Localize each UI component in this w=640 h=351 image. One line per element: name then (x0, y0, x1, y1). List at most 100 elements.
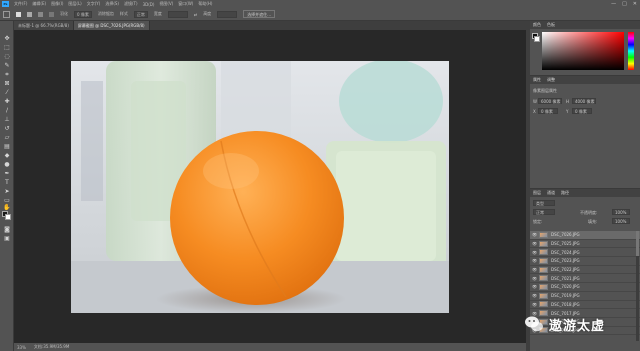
feather-input[interactable]: 0 像素 (74, 10, 92, 18)
visibility-eye-icon[interactable]: 👁 (530, 302, 539, 307)
document-image[interactable] (71, 61, 449, 313)
minimize-icon[interactable]: — (611, 1, 616, 7)
clone-stamp-tool-icon[interactable]: ⊥ (3, 116, 11, 123)
history-brush-tool-icon[interactable]: ↺ (3, 125, 11, 132)
width-value-field[interactable]: 6000 像素 (538, 98, 562, 104)
pen-tool-icon[interactable]: ✒ (3, 170, 11, 177)
layer-row[interactable]: 👁 DSC_7022.JPG (530, 266, 640, 275)
tab-color[interactable]: 颜色 (533, 22, 541, 28)
type-tool-icon[interactable]: T (3, 179, 11, 186)
menu-3d[interactable]: 3D(D) (143, 2, 155, 7)
tab-adjustments[interactable]: 调整 (547, 77, 555, 83)
close-icon[interactable]: ✕ (633, 1, 637, 7)
zoom-level[interactable]: 33% (17, 345, 26, 350)
fill-input[interactable]: 100% (612, 218, 630, 224)
y-label: Y (566, 109, 569, 114)
maximize-icon[interactable]: □ (622, 1, 627, 7)
visibility-eye-icon[interactable]: 👁 (530, 276, 539, 281)
menu-window[interactable]: 窗口(W) (178, 1, 193, 7)
layer-row[interactable]: 👁 DSC_7025.JPG (530, 240, 640, 249)
tab-paths[interactable]: 路径 (561, 190, 569, 196)
menu-filter[interactable]: 滤镜(T) (124, 1, 138, 7)
antialias-checkbox[interactable]: 消除锯齿 (98, 11, 114, 17)
tab-document-1[interactable]: 未标题-1 @ 66.7%(RGB/8) (14, 21, 74, 30)
eyedropper-tool-icon[interactable]: ⁄ (3, 89, 11, 96)
layer-name: DSC_7026.JPG (551, 232, 580, 238)
hand-tool-icon[interactable]: ✋ (3, 204, 11, 211)
layer-row[interactable]: 👁 DSC_7018.JPG (530, 301, 640, 310)
visibility-eye-icon[interactable]: 👁 (530, 293, 539, 298)
visibility-eye-icon[interactable]: 👁 (530, 232, 539, 237)
menu-select[interactable]: 选择(S) (105, 1, 119, 7)
marquee-tool-icon[interactable]: ⬚ (3, 44, 11, 51)
layer-row[interactable]: 👁 DSC_7026.JPG (530, 231, 640, 240)
tab-document-2[interactable]: 屏幕截图 @ DSC_7026.JPG(RGB/8) (73, 21, 150, 30)
menu-file[interactable]: 文件(F) (14, 1, 27, 7)
visibility-eye-icon[interactable]: 👁 (530, 267, 539, 272)
layer-row[interactable]: 👁 DSC_7024.JPG (530, 248, 640, 258)
blur-tool-icon[interactable]: ◆ (3, 152, 11, 159)
color-picker-field[interactable] (542, 32, 624, 70)
gradient-tool-icon[interactable]: ▤ (3, 143, 11, 150)
dodge-tool-icon[interactable]: ● (3, 161, 11, 168)
select-and-mask-button[interactable]: 选择并遮住... (243, 10, 276, 18)
marquee-tool-preset-icon[interactable] (3, 10, 10, 18)
blend-mode-select[interactable]: 正常 (533, 209, 555, 215)
menu-type[interactable]: 文字(Y) (87, 1, 101, 7)
intersect-selection-icon[interactable] (49, 11, 54, 17)
layer-row[interactable]: 👁 DSC_7021.JPG (530, 274, 640, 284)
height-value-field[interactable]: 4000 像素 (572, 98, 596, 104)
hue-slider[interactable] (628, 32, 634, 70)
width-input[interactable] (167, 10, 188, 18)
healing-brush-tool-icon[interactable]: ✚ (3, 98, 11, 105)
screen-mode-icon[interactable]: ▣ (3, 235, 11, 242)
tab-layers[interactable]: 图层 (533, 190, 541, 196)
frame-tool-icon[interactable]: ⊠ (3, 80, 11, 87)
quick-select-tool-icon[interactable]: ✎ (3, 62, 11, 69)
move-tool-icon[interactable]: ✥ (3, 35, 11, 42)
x-value-field[interactable]: 0 像素 (538, 108, 558, 114)
tab-properties[interactable]: 属性 (533, 77, 541, 83)
layer-row[interactable]: 👁 DSC_7020.JPG (530, 283, 640, 292)
brush-tool-icon[interactable]: ∕ (3, 107, 11, 114)
layer-kind-filter[interactable]: 类型 (533, 200, 555, 206)
subtract-selection-icon[interactable] (38, 11, 43, 17)
menu-image[interactable]: 图像(I) (51, 1, 63, 7)
visibility-eye-icon[interactable]: 👁 (530, 284, 539, 289)
quick-mask-icon[interactable]: ◙ (3, 226, 11, 233)
layers-scrollbar-thumb[interactable] (636, 231, 639, 256)
rectangle-tool-icon[interactable]: ▭ (3, 197, 11, 204)
menu-help[interactable]: 帮助(H) (198, 1, 212, 7)
background-color-swatch[interactable] (5, 214, 11, 220)
menu-layer[interactable]: 图层(L) (68, 1, 81, 7)
swap-icon[interactable]: ⇄ (194, 12, 197, 17)
tab-channels[interactable]: 通道 (547, 190, 555, 196)
new-selection-icon[interactable] (16, 11, 21, 17)
visibility-eye-icon[interactable]: 👁 (530, 241, 539, 246)
crop-tool-icon[interactable]: ⌗ (3, 71, 11, 78)
x-label: X (533, 109, 536, 114)
layers-scrollbar[interactable] (636, 231, 639, 341)
feather-label: 羽化 (60, 11, 68, 16)
panel-background-swatch[interactable] (534, 36, 540, 42)
tab-swatches[interactable]: 色板 (547, 22, 555, 28)
visibility-eye-icon[interactable]: 👁 (530, 250, 539, 255)
style-select[interactable]: 正常 (133, 10, 148, 18)
menu-view[interactable]: 视图(V) (159, 1, 173, 7)
lasso-tool-icon[interactable]: ◌ (3, 53, 11, 60)
layer-row[interactable]: 👁 DSC_7019.JPG (530, 292, 640, 301)
document-size[interactable]: 文档:35.9M/35.9M (34, 344, 69, 350)
add-selection-icon[interactable] (27, 11, 32, 17)
visibility-eye-icon[interactable]: 👁 (530, 258, 539, 263)
menu-edit[interactable]: 编辑(E) (32, 1, 46, 7)
height-input[interactable] (217, 10, 238, 18)
opacity-input[interactable]: 100% (612, 209, 630, 215)
layer-name: DSC_7025.JPG (551, 241, 580, 247)
layer-thumbnail (539, 231, 548, 238)
y-value-field[interactable]: 0 像素 (572, 108, 592, 114)
eraser-tool-icon[interactable]: ▱ (3, 134, 11, 141)
canvas-area[interactable] (14, 30, 526, 343)
w-label: W (533, 99, 537, 104)
layer-row[interactable]: 👁 DSC_7023.JPG (530, 257, 640, 266)
path-select-tool-icon[interactable]: ➤ (3, 188, 11, 195)
